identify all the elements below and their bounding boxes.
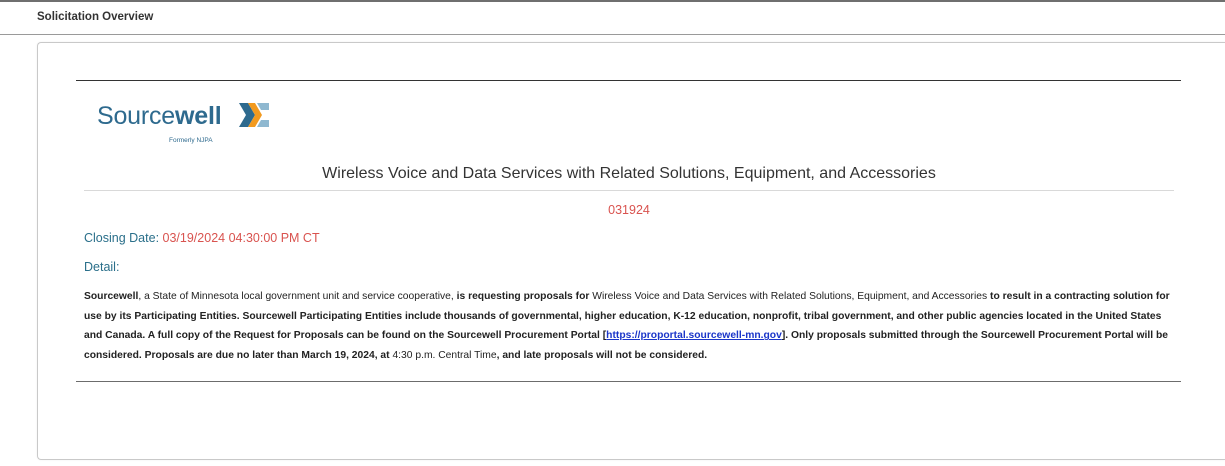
title-divider	[84, 190, 1174, 191]
logo-subtitle: Formerly NJPA	[169, 137, 213, 144]
bottom-divider	[76, 381, 1181, 382]
logo-wordmark: Sourcewell	[97, 102, 222, 130]
detail-label: Detail:	[84, 260, 120, 274]
detail-text: Sourcewell, a State of Minnesota local g…	[84, 291, 1170, 362]
solicitation-number: 031924	[608, 203, 650, 217]
closing-date-label: Closing Date:	[84, 231, 160, 245]
sourcewell-logo: Sourcewell Formerly NJPA	[97, 100, 277, 146]
procurement-portal-link[interactable]: https://proportal.sourcewell-mn.gov	[606, 330, 782, 341]
closing-date-value: 03/19/2024 04:30:00 PM CT	[162, 231, 320, 245]
section-header: Solicitation Overview	[0, 2, 1225, 35]
top-divider	[76, 80, 1181, 81]
solicitation-title: Wireless Voice and Data Services with Re…	[322, 165, 936, 182]
closing-date: Closing Date: 03/19/2024 04:30:00 PM CT	[84, 231, 320, 245]
section-title: Solicitation Overview	[37, 11, 154, 23]
logo-mark-icon	[239, 103, 269, 127]
